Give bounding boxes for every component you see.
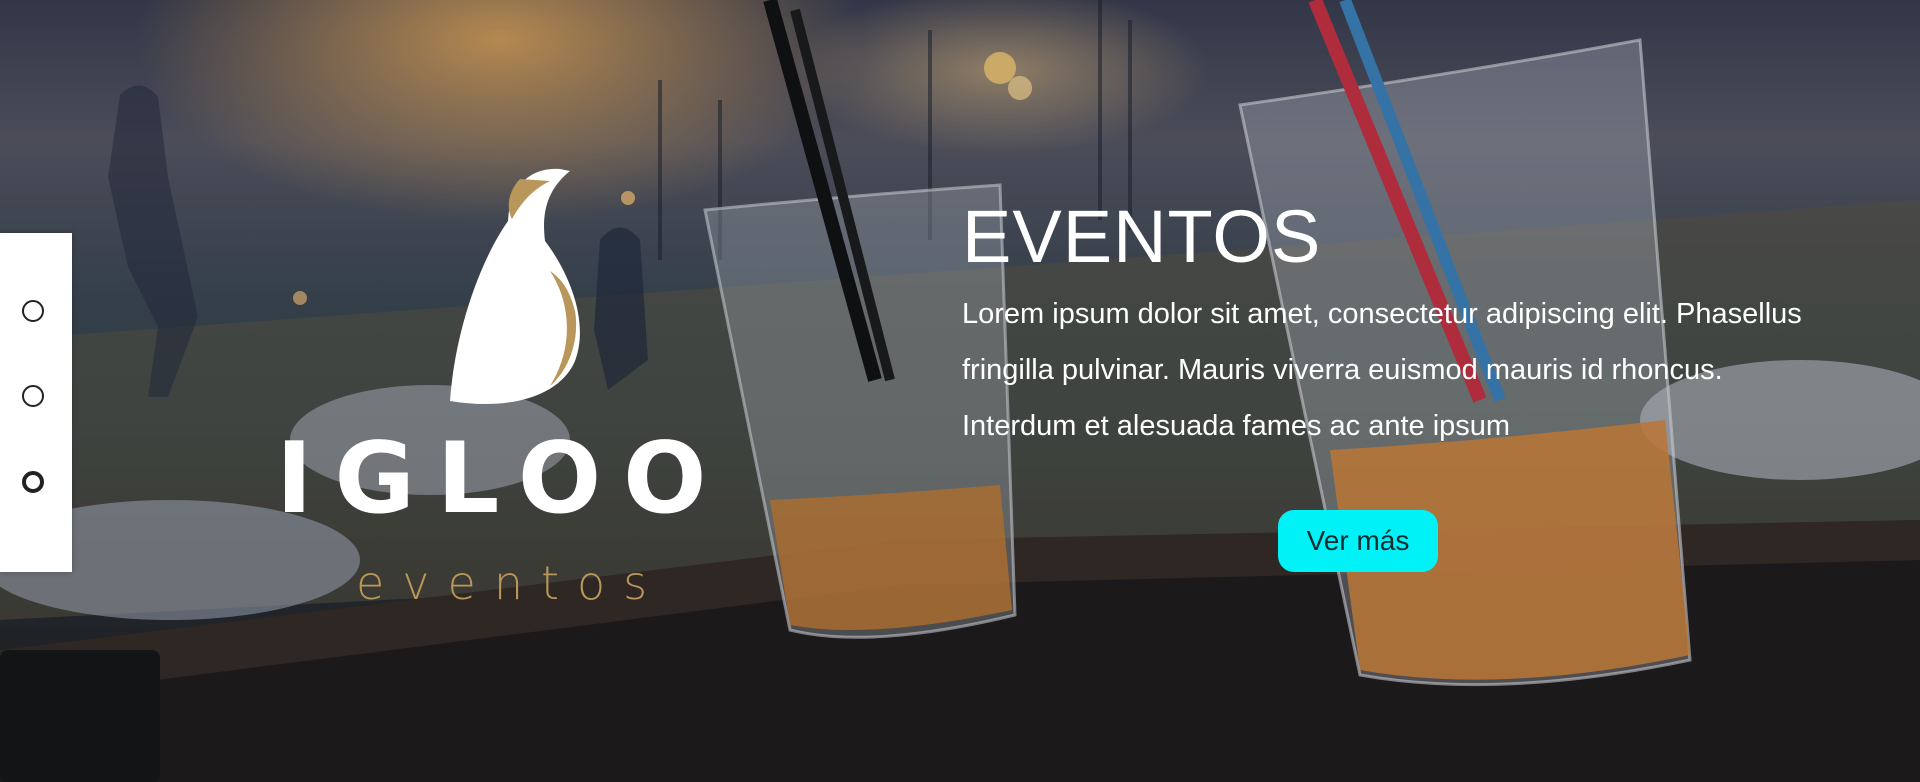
hero-banner: IGLOO eventos EVENTOS Lorem ipsum dolor … bbox=[0, 0, 1920, 782]
penguin-logo-icon bbox=[450, 168, 580, 405]
logo-wordmark: IGLOO bbox=[276, 422, 729, 536]
hero-title: EVENTOS bbox=[962, 195, 1322, 278]
hero-content: EVENTOS Lorem ipsum dolor sit amet, cons… bbox=[962, 200, 1812, 454]
slider-dot-3[interactable] bbox=[22, 471, 44, 493]
logo-subtitle: eventos bbox=[356, 556, 666, 610]
slider-navigation bbox=[0, 233, 72, 572]
hero-description: Lorem ipsum dolor sit amet, consectetur … bbox=[962, 298, 1802, 442]
igloo-eventos-logo: IGLOO eventos bbox=[276, 155, 746, 615]
slider-dot-2[interactable] bbox=[22, 385, 44, 407]
slider-dot-1[interactable] bbox=[22, 300, 44, 322]
ver-mas-button[interactable]: Ver más bbox=[1278, 510, 1438, 572]
